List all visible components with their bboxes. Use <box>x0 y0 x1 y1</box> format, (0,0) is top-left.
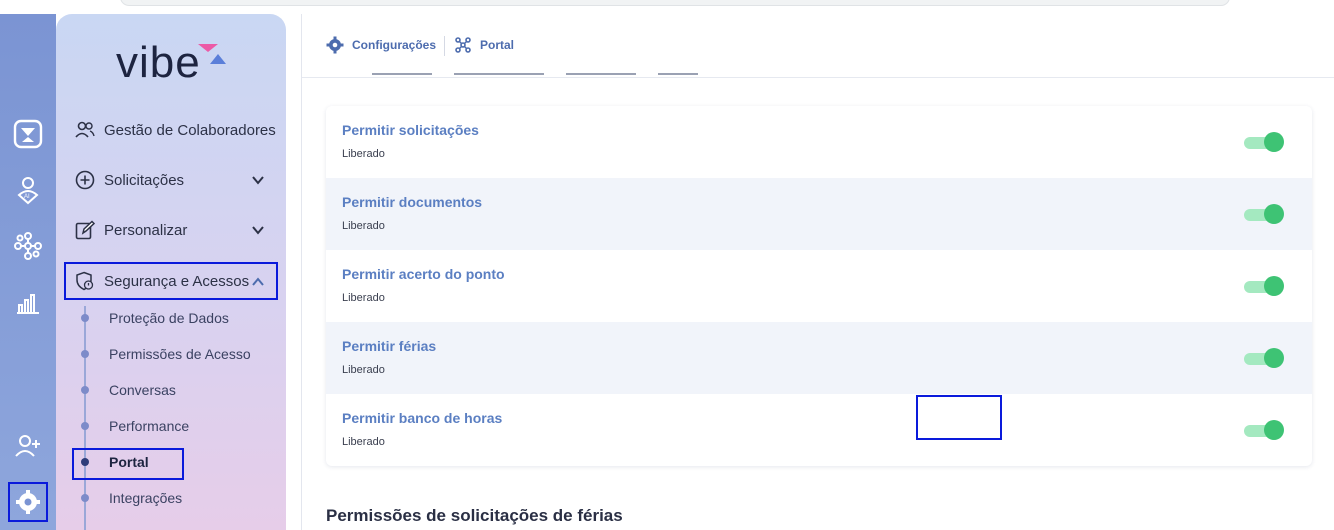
toggle-highlight-box <box>916 395 1002 440</box>
svg-text:AI: AI <box>24 194 30 200</box>
app-rail: AI <box>0 14 56 530</box>
portal-highlight-box <box>72 448 184 480</box>
submenu-item-label: Conversas <box>109 382 176 398</box>
permission-title: Permitir documentos <box>342 194 483 210</box>
browser-top-strip <box>0 0 1334 14</box>
page-header: Configurações Portal <box>302 14 1334 78</box>
permission-row: Permitir férias Liberado <box>326 322 1312 394</box>
hourglass-app-icon[interactable] <box>8 114 48 154</box>
bullet-dot <box>81 494 89 502</box>
chevron-down-icon <box>252 176 264 185</box>
sidebar-item-solicitacoes[interactable]: Solicitações <box>66 162 276 198</box>
submenu-item-label: Proteção de Dados <box>109 310 229 326</box>
bullet-dot <box>81 350 89 358</box>
sidebar-item-personalizar[interactable]: Personalizar <box>66 212 276 248</box>
logo-mark-icon <box>198 44 226 64</box>
plus-circle-icon <box>74 169 96 191</box>
permission-row: Permitir banco de horas Liberado <box>326 394 1312 466</box>
sidebar-item-gestao[interactable]: Gestão de Colaboradores <box>66 112 276 148</box>
ai-assistant-icon[interactable]: AI <box>8 170 48 210</box>
permission-toggle[interactable] <box>1244 348 1284 368</box>
scrolled-text-remnant <box>372 69 752 79</box>
submenu-item-label: Permissões de Acesso <box>109 346 251 362</box>
permission-row: Permitir documentos Liberado <box>326 178 1312 250</box>
permission-row: Permitir acerto do ponto Liberado <box>326 250 1312 322</box>
permissions-card: Permitir solicitações Liberado Permitir … <box>326 106 1312 466</box>
sidebar-item-label: Solicitações <box>104 171 185 189</box>
sidebar-item-label: Personalizar <box>104 221 188 239</box>
users-icon <box>74 119 96 141</box>
logo-text: vibe <box>116 38 201 87</box>
chevron-down-icon <box>252 226 264 235</box>
analytics-icon[interactable] <box>8 282 48 322</box>
edit-icon <box>74 219 96 241</box>
permission-toggle[interactable] <box>1244 132 1284 152</box>
permission-title: Permitir solicitações <box>342 122 479 138</box>
breadcrumb-label: Portal <box>480 38 515 52</box>
submenu-item-permissoes[interactable]: Permissões de Acesso <box>78 342 251 366</box>
sidebar-item-label: Gestão de Colaboradores <box>104 121 276 139</box>
add-user-icon[interactable] <box>8 426 48 466</box>
submenu-item-conversas[interactable]: Conversas <box>78 378 176 402</box>
permission-status: Liberado <box>342 292 385 304</box>
submenu-item-label: Integrações <box>109 490 183 506</box>
submenu-item-integracoes[interactable]: Integrações <box>78 486 182 510</box>
permission-status: Liberado <box>342 436 385 448</box>
bullet-dot <box>81 386 89 394</box>
permission-title: Permitir acerto do ponto <box>342 266 505 282</box>
submenu-item-performance[interactable]: Performance <box>78 414 189 438</box>
permission-toggle[interactable] <box>1244 276 1284 296</box>
chevron-up-icon <box>252 277 264 286</box>
gear-icon <box>326 36 344 54</box>
permission-status: Liberado <box>342 148 385 160</box>
breadcrumb-portal[interactable]: Portal <box>454 36 514 54</box>
bullet-dot <box>81 314 89 322</box>
bullet-dot <box>81 422 89 430</box>
breadcrumb-label: Configurações <box>352 38 437 52</box>
submenu-item-protecao[interactable]: Proteção de Dados <box>78 306 229 330</box>
vibe-logo: vibe <box>116 38 236 88</box>
section-title: Permissões de solicitações de férias <box>326 506 623 525</box>
settings-icon[interactable] <box>8 482 48 522</box>
permission-title: Permitir banco de horas <box>342 410 503 426</box>
sidebar-item-label: Segurança e Acessos <box>104 272 250 290</box>
sidebar-item-seguranca[interactable]: Segurança e Acessos <box>64 262 278 300</box>
permission-row: Permitir solicitações Liberado <box>326 106 1312 178</box>
integrations-network-icon[interactable] <box>8 226 48 266</box>
breadcrumb-configuracoes[interactable]: Configurações <box>326 36 436 54</box>
permission-status: Liberado <box>342 220 385 232</box>
browser-address-bar[interactable] <box>120 0 1230 6</box>
shield-icon <box>74 270 96 292</box>
permission-title: Permitir férias <box>342 338 437 354</box>
permission-toggle[interactable] <box>1244 420 1284 440</box>
permission-toggle[interactable] <box>1244 204 1284 224</box>
permission-status: Liberado <box>342 364 385 376</box>
main-content: Configurações Portal Permitir solicitaçõ… <box>302 14 1334 530</box>
breadcrumb-separator <box>444 36 445 56</box>
portal-icon <box>455 37 471 53</box>
submenu-item-label: Performance <box>109 418 190 434</box>
